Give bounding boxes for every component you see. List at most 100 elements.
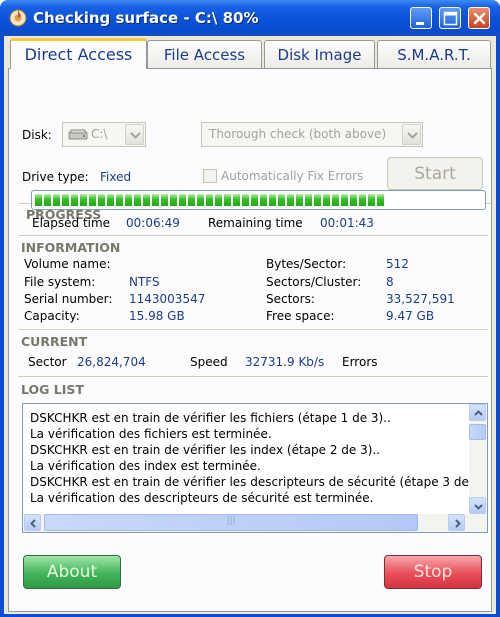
stop-button[interactable]: Stop	[384, 555, 482, 589]
chevron-down-icon	[407, 132, 418, 139]
progress-block	[269, 194, 276, 206]
disk-dropdown-button[interactable]	[125, 124, 144, 145]
horizontal-scrollbar[interactable]: |||	[23, 514, 487, 532]
file-system-value: NTFS	[129, 275, 160, 289]
progress-block	[332, 194, 339, 206]
log-section-title: LOG LIST	[21, 382, 84, 397]
progress-block	[62, 194, 69, 206]
sector-label: Sector	[28, 355, 67, 369]
separator	[18, 329, 488, 331]
drive-icon	[68, 129, 88, 140]
progress-block	[314, 194, 321, 206]
free-space-value: 9.47 GB	[386, 309, 435, 323]
tab-direct-access[interactable]: Direct Access	[10, 38, 147, 69]
auto-fix-label: Automatically Fix Errors	[221, 169, 364, 183]
auto-fix-checkbox[interactable]	[203, 169, 217, 183]
disk-select[interactable]: C:\	[62, 122, 146, 147]
remaining-time-label: Remaining time	[208, 216, 303, 230]
progress-block	[323, 194, 330, 206]
log-line: DSKCHKR est en train de vérifier les ind…	[30, 443, 381, 457]
progress-block	[134, 194, 141, 206]
progress-block	[359, 194, 366, 206]
log-line: DSKCHKR est en train de vérifier les fic…	[30, 411, 391, 425]
progress-block	[305, 194, 312, 206]
separator	[18, 376, 488, 378]
progress-block	[287, 194, 294, 206]
maximize-button[interactable]	[439, 7, 461, 29]
progress-block	[278, 194, 285, 206]
drive-type-value: Fixed	[100, 170, 132, 184]
progress-block	[251, 194, 258, 206]
scroll-up-button[interactable]	[469, 404, 486, 421]
progress-block	[368, 194, 375, 206]
chevron-up-icon	[474, 410, 483, 416]
scroll-left-button[interactable]	[24, 514, 41, 531]
close-icon	[473, 12, 486, 25]
progress-block	[188, 194, 195, 206]
about-button[interactable]: About	[23, 555, 121, 589]
chevron-right-icon	[455, 519, 461, 528]
minimize-icon	[416, 22, 424, 25]
title-bar[interactable]: Checking surface - C:\ 80%	[0, 0, 500, 36]
progress-block	[35, 194, 42, 206]
chevron-left-icon	[30, 519, 36, 528]
progress-block	[80, 194, 87, 206]
check-mode-dropdown-button[interactable]	[402, 124, 421, 145]
minimize-button[interactable]	[410, 7, 432, 29]
stop-button-label: Stop	[413, 562, 453, 582]
progress-block	[125, 194, 132, 206]
bytes-sector-value: 512	[386, 257, 409, 271]
log-line: La vérification des fichiers est terminé…	[30, 427, 272, 441]
log-line: La vérification des index est terminée.	[30, 459, 261, 473]
tab-smart-label: S.M.A.R.T.	[397, 46, 471, 64]
progress-block	[161, 194, 168, 206]
progress-block	[377, 194, 384, 206]
speed-value: 32731.9 Kb/s	[245, 355, 325, 369]
progress-block	[260, 194, 267, 206]
sectors-cluster-label: Sectors/Cluster:	[266, 275, 362, 289]
chevron-down-icon	[130, 132, 141, 139]
speed-label: Speed	[190, 355, 228, 369]
log-list[interactable]: DSKCHKR est en train de vérifier les fic…	[22, 403, 488, 533]
file-system-label: File system:	[24, 275, 96, 289]
log-line: La vérification des descripteurs de sécu…	[30, 491, 374, 505]
progress-bar	[31, 190, 486, 210]
serial-number-label: Serial number:	[24, 292, 113, 306]
progress-block	[206, 194, 213, 206]
scroll-right-button[interactable]	[448, 514, 465, 531]
tab-file-access[interactable]: File Access	[147, 40, 262, 68]
progress-block	[233, 194, 240, 206]
serial-number-value: 1143003547	[129, 292, 206, 306]
vertical-scroll-thumb[interactable]	[469, 424, 486, 440]
elapsed-time-value: 00:06:49	[126, 216, 180, 230]
free-space-label: Free space:	[266, 309, 335, 323]
client-area: Direct Access File Access Disk Image S.M…	[4, 36, 496, 614]
capacity-value: 15.98 GB	[129, 309, 185, 323]
progress-block	[53, 194, 60, 206]
progress-block	[71, 194, 78, 206]
progress-block	[242, 194, 249, 206]
horizontal-scroll-thumb[interactable]: |||	[44, 514, 418, 531]
log-line: DSKCHKR est en train de vérifier les des…	[30, 475, 488, 489]
progress-block	[170, 194, 177, 206]
tab-direct-access-label: Direct Access	[24, 45, 133, 64]
tab-disk-image[interactable]: Disk Image	[264, 40, 375, 68]
progress-block	[224, 194, 231, 206]
check-mode-select[interactable]: Thorough check (both above)	[201, 122, 423, 147]
progress-block	[116, 194, 123, 206]
progress-block	[44, 194, 51, 206]
tab-file-access-label: File Access	[163, 46, 246, 64]
disk-label: Disk:	[22, 128, 52, 142]
scroll-down-button[interactable]	[469, 497, 486, 514]
tab-smart[interactable]: S.M.A.R.T.	[377, 40, 491, 68]
vertical-scrollbar[interactable]	[469, 404, 487, 515]
progress-block	[350, 194, 357, 206]
capacity-label: Capacity:	[24, 309, 80, 323]
progress-block	[89, 194, 96, 206]
information-section-title: INFORMATION	[21, 240, 121, 255]
progress-block	[197, 194, 204, 206]
start-button[interactable]: Start	[387, 157, 483, 190]
close-button[interactable]	[468, 7, 490, 29]
scroll-grip: |||	[226, 516, 236, 526]
disk-value: C:\	[91, 127, 108, 141]
